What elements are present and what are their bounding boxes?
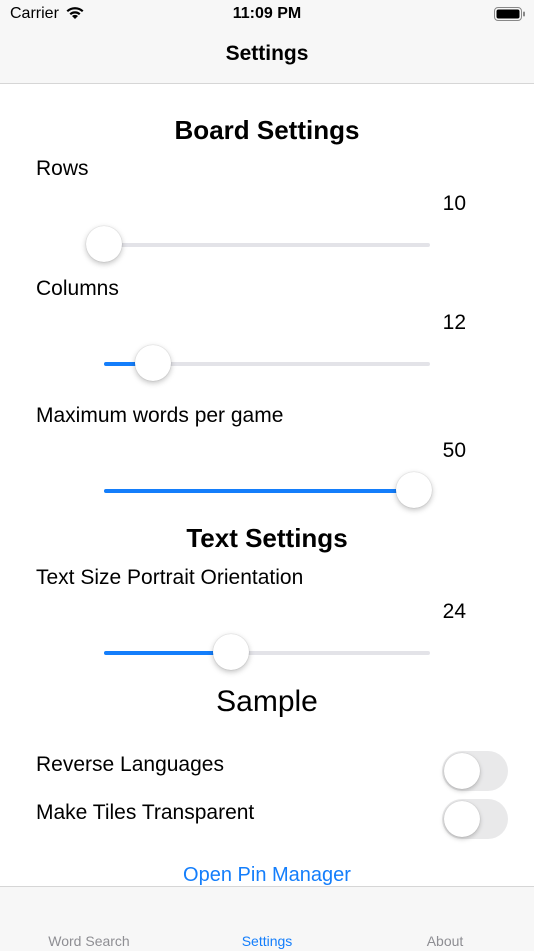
rows-slider[interactable] — [86, 226, 430, 262]
board-settings-heading: Board Settings — [174, 115, 360, 145]
toggle-knob — [444, 801, 480, 837]
slider-thumb[interactable] — [134, 345, 171, 381]
slider-thumb[interactable] — [86, 226, 122, 262]
max-words-label: Maximum words per game — [36, 404, 284, 427]
tab-bar: Word Search Settings About — [0, 886, 534, 951]
slider-thumb[interactable] — [395, 472, 432, 508]
slider-fill — [104, 489, 414, 493]
page-title: Settings — [225, 42, 309, 65]
max-words-slider[interactable] — [104, 472, 432, 508]
tab-settings[interactable]: Settings — [178, 933, 356, 949]
open-pin-manager-button[interactable]: Open Pin Manager — [0, 864, 534, 887]
sample-text: Sample — [216, 685, 318, 718]
slider-fill — [104, 651, 232, 655]
rows-value: 10 — [442, 192, 466, 215]
columns-label: Columns — [36, 277, 119, 300]
battery-icon — [494, 7, 525, 21]
transparent-tiles-toggle[interactable] — [442, 799, 508, 839]
reverse-languages-toggle[interactable] — [442, 751, 508, 791]
columns-slider[interactable] — [104, 345, 430, 381]
slider-track — [104, 243, 430, 247]
tab-about[interactable]: About — [356, 933, 534, 949]
max-words-value: 50 — [442, 439, 466, 462]
text-settings-heading: Text Settings — [186, 523, 348, 553]
clock-label: 11:09 PM — [232, 5, 302, 22]
navigation-bar: Settings — [0, 30, 534, 84]
reverse-languages-label: Reverse Languages — [36, 753, 224, 776]
slider-thumb[interactable] — [213, 634, 250, 670]
status-bar: Carrier 11:09 PM — [0, 0, 534, 30]
text-size-value: 24 — [442, 600, 466, 623]
text-size-slider[interactable] — [104, 634, 430, 670]
rows-label: Rows — [36, 157, 89, 180]
toggle-knob — [444, 753, 480, 789]
transparent-tiles-label: Make Tiles Transparent — [36, 801, 255, 824]
tab-word-search[interactable]: Word Search — [0, 933, 178, 949]
text-size-label: Text Size Portrait Orientation — [36, 566, 304, 589]
columns-value: 12 — [442, 311, 466, 334]
